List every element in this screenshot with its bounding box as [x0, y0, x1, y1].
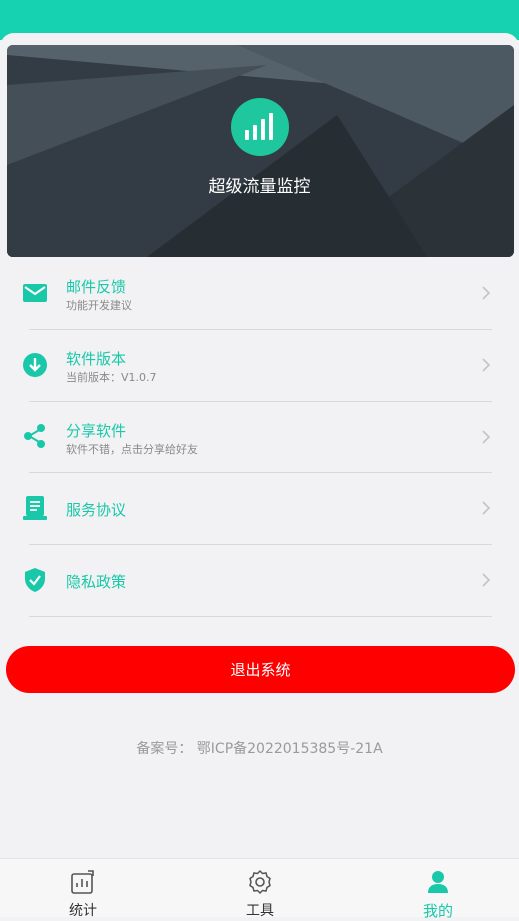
bottom-tab-bar: 统计 工具 我的 [0, 858, 519, 920]
chevron-right-icon [482, 358, 491, 372]
menu-item-service-agreement[interactable]: 服务协议 [0, 473, 519, 545]
menu-item-privacy-policy[interactable]: 隐私政策 [0, 545, 519, 617]
app-title: 超级流量监控 [208, 177, 311, 197]
person-icon [428, 871, 448, 893]
app-logo [231, 98, 289, 156]
tab-stats[interactable]: 统计 [23, 859, 143, 919]
share-icon [24, 424, 45, 448]
menu-item-subtitle: 软件不错，点击分享给好友 [66, 443, 198, 456]
gear-icon [249, 869, 271, 895]
menu-item-subtitle: 当前版本：V1.0.7 [66, 371, 157, 384]
menu-item-share-software[interactable]: 分享软件 软件不错，点击分享给好友 [0, 402, 519, 474]
menu-item-title: 服务协议 [66, 501, 127, 519]
tab-label: 我的 [422, 902, 453, 920]
mail-icon [23, 284, 47, 302]
logout-button[interactable]: 退出系统 [6, 646, 515, 693]
shield-icon [25, 568, 45, 592]
menu-item-title: 邮件反馈 [66, 278, 127, 296]
menu-item-title: 隐私政策 [66, 573, 127, 591]
icp-record: 备案号： 鄂ICP备2022015385号-21A [136, 741, 383, 757]
menu-item-mail-feedback[interactable]: 邮件反馈 功能开发建议 [0, 257, 519, 329]
divider [29, 616, 492, 617]
chevron-right-icon [482, 501, 491, 515]
chevron-right-icon [482, 573, 491, 587]
menu-item-software-version[interactable]: 软件版本 当前版本：V1.0.7 [0, 330, 519, 402]
chevron-right-icon [482, 286, 491, 300]
menu-item-subtitle: 功能开发建议 [66, 299, 132, 312]
signal-bars-icon [245, 113, 273, 140]
tab-mine[interactable]: 我的 [378, 859, 498, 920]
menu-item-title: 分享软件 [66, 422, 127, 440]
tab-label: 工具 [246, 903, 274, 919]
tab-label: 统计 [69, 903, 97, 919]
stats-icon [71, 870, 94, 894]
download-icon [23, 353, 47, 377]
document-icon [23, 496, 47, 520]
tab-tools[interactable]: 工具 [200, 859, 320, 919]
menu-item-title: 软件版本 [66, 350, 127, 368]
chevron-right-icon [482, 430, 491, 444]
